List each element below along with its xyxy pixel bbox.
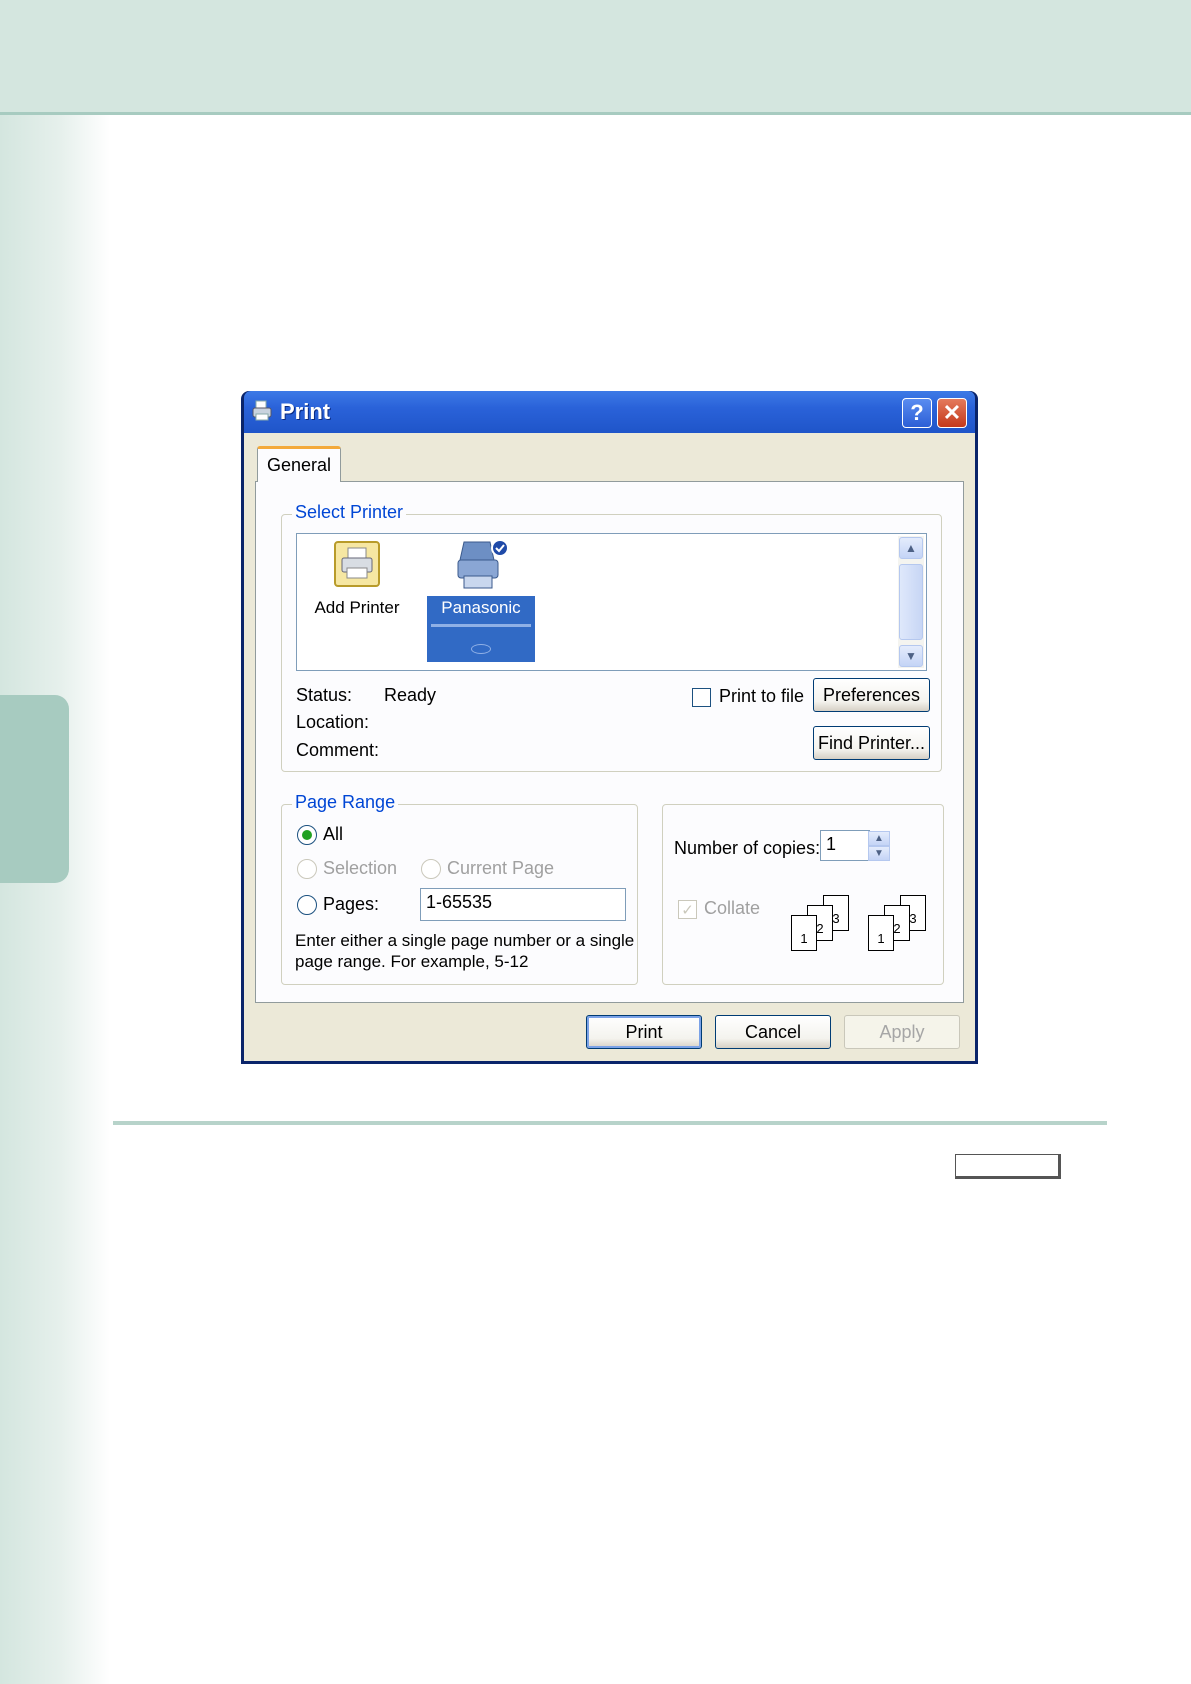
copies-down-button[interactable]: ▼: [868, 846, 890, 861]
title-bar[interactable]: Print ? ✕: [244, 391, 975, 433]
range-pages-label[interactable]: Pages:: [323, 894, 379, 915]
collate-illustration-1: 3 2 1: [781, 895, 856, 955]
collate-label[interactable]: Collate: [704, 898, 760, 919]
collate-checkbox[interactable]: ✓: [678, 900, 697, 919]
print-dialog: Print ? ✕ General Select Printer Add Pri…: [241, 391, 978, 1064]
dialog-title: Print: [280, 399, 331, 424]
redacted-port-line: [471, 644, 491, 654]
dialog-client-area: General Select Printer Add Printer Panas…: [244, 433, 975, 1061]
close-button[interactable]: ✕: [937, 398, 967, 428]
find-printer-button[interactable]: Find Printer...: [813, 726, 930, 760]
range-selection-label[interactable]: Selection: [323, 858, 397, 879]
help-button[interactable]: ?: [902, 398, 932, 428]
location-label: Location:: [296, 712, 370, 732]
add-printer-icon: [334, 541, 380, 587]
page-range-group: Page Range All Selection Current Page Pa…: [281, 792, 638, 985]
page-range-label: Page Range: [292, 792, 399, 813]
tab-panel-general: Select Printer Add Printer Panasonic ▲ ▼…: [255, 481, 964, 1003]
status-value: Ready: [384, 685, 437, 705]
scroll-thumb[interactable]: [899, 564, 923, 640]
print-to-file-label[interactable]: Print to file: [719, 686, 804, 707]
select-printer-group: Select Printer Add Printer Panasonic ▲ ▼…: [281, 502, 942, 772]
range-all-radio[interactable]: [297, 825, 317, 845]
print-button[interactable]: Print: [586, 1015, 702, 1049]
copies-input[interactable]: 1: [820, 830, 870, 861]
copies-label: Number of copies:: [674, 838, 821, 858]
range-pages-radio[interactable]: [297, 895, 317, 915]
pages-input[interactable]: 1-65535: [420, 888, 626, 921]
printer-icon: [252, 400, 272, 421]
empty-label-box: [955, 1154, 1061, 1179]
preferences-button[interactable]: Preferences: [813, 678, 930, 712]
comment-label: Comment:: [296, 740, 380, 760]
collate-illustration-2: 3 2 1: [858, 895, 933, 955]
redacted-model-line: [431, 624, 531, 627]
tab-general[interactable]: General: [257, 446, 341, 482]
scroll-up-button[interactable]: ▲: [899, 537, 923, 559]
range-current-page-label[interactable]: Current Page: [447, 858, 554, 879]
network-printer-icon: [457, 539, 509, 589]
cancel-button[interactable]: Cancel: [715, 1015, 831, 1049]
collate-sheet-1: 1: [868, 915, 894, 951]
range-selection-radio[interactable]: [297, 859, 317, 879]
copies-up-button[interactable]: ▲: [868, 831, 890, 846]
range-current-page-radio[interactable]: [421, 859, 441, 879]
page-header-band: [0, 0, 1191, 115]
copies-group: Number of copies: 1 ▲ ▼ ✓ Collate 3 2 1 …: [662, 804, 944, 985]
range-hint-line-2: page range. For example, 5-12: [295, 952, 529, 971]
panasonic-selection-highlight: Panasonic: [427, 596, 535, 662]
collate-sheet-1: 1: [791, 915, 817, 951]
add-printer-label: Add Printer: [314, 598, 400, 617]
panasonic-label: Panasonic: [441, 598, 521, 617]
range-all-label[interactable]: All: [323, 824, 343, 845]
chapter-side-tab: [0, 695, 69, 883]
page-divider: [113, 1121, 1107, 1125]
printer-item-panasonic[interactable]: Panasonic: [427, 536, 535, 662]
print-to-file-checkbox[interactable]: [692, 688, 711, 707]
select-printer-label: Select Printer: [292, 502, 407, 523]
scroll-down-button[interactable]: ▼: [899, 645, 923, 667]
printer-list[interactable]: Add Printer Panasonic ▲ ▼: [296, 533, 927, 671]
printer-list-scrollbar[interactable]: ▲ ▼: [898, 536, 924, 668]
range-hint-line-1: Enter either a single page number or a s…: [295, 931, 635, 950]
status-label: Status:: [296, 685, 353, 705]
printer-item-add-printer[interactable]: Add Printer: [307, 538, 407, 618]
page-left-margin: [0, 115, 110, 1684]
apply-button[interactable]: Apply: [844, 1015, 960, 1049]
